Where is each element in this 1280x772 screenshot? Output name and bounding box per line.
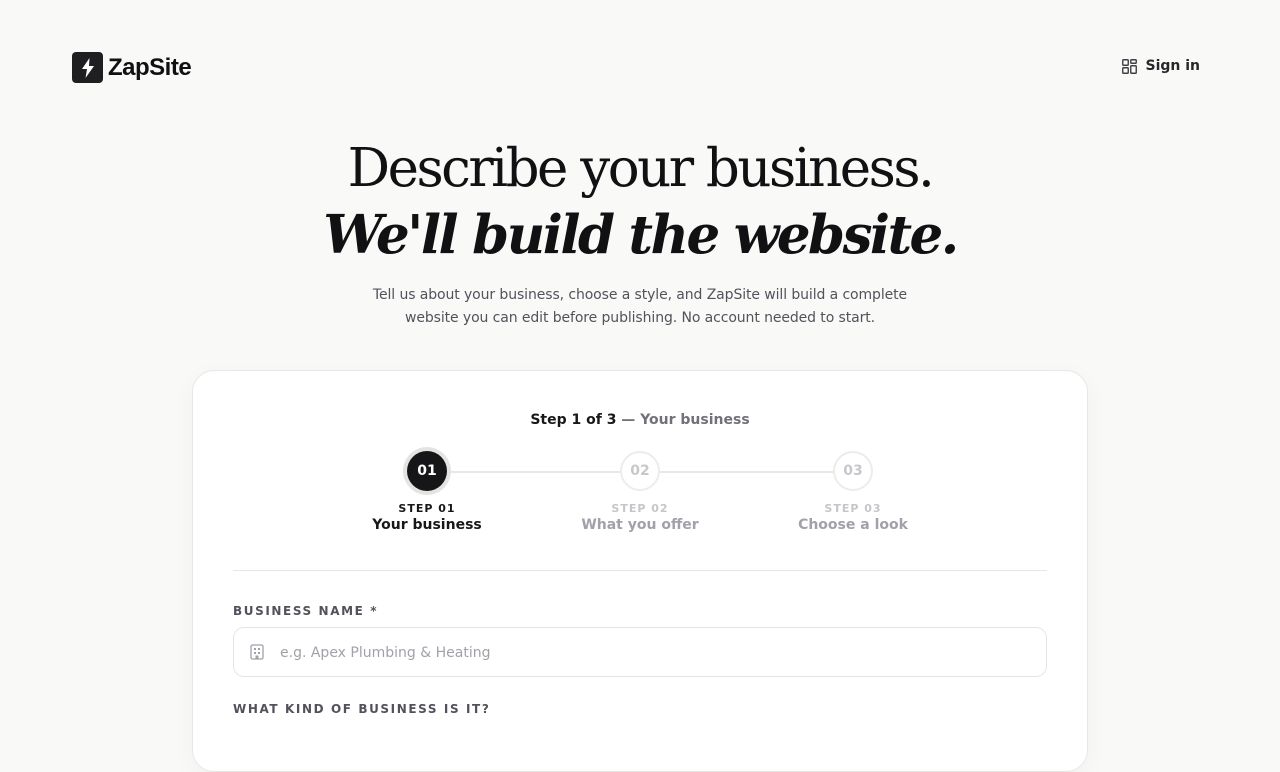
step-2[interactable]: 02 STEP 02 What you offer [560,451,720,533]
brand-name: ZapSite [108,53,192,81]
sign-in-button[interactable]: Sign in [1122,58,1200,74]
step-2-number-label: STEP 02 [611,502,669,515]
card-divider [233,570,1047,571]
brand-logo[interactable]: ZapSite [72,52,192,83]
step-caption: Step 1 of 3 — Your business [193,412,1087,428]
step-1-label: Your business [372,517,482,533]
step-caption-current: Your business [640,412,750,428]
hero: Describe your business. We'll build the … [0,136,1280,330]
hero-title-line2: We'll build the website. [323,204,959,266]
stepper: 01 STEP 01 Your business 02 STEP 02 What… [193,451,1087,551]
building-icon [250,644,264,660]
hero-subtitle: Tell us about your business, choose a st… [372,287,908,326]
step-2-circle: 02 [620,451,660,491]
business-name-input[interactable] [278,628,1032,678]
step-3-number-label: STEP 03 [824,502,882,515]
business-kind-label: WHAT KIND OF BUSINESS IS IT? [233,702,491,716]
business-name-label: BUSINESS NAME * [233,604,379,618]
step-1[interactable]: 01 STEP 01 Your business [347,451,507,533]
wizard-card: Step 1 of 3 — Your business 01 STEP 01 Y… [192,370,1088,772]
grid-icon [1122,58,1138,74]
step-caption-main: Step 1 of 3 [530,412,617,428]
hero-title-line1: Describe your business. [347,138,935,199]
step-1-number-label: STEP 01 [398,502,456,515]
step-3-circle: 03 [833,451,873,491]
step-caption-separator: — [616,412,641,428]
business-name-field[interactable] [233,627,1047,678]
step-3[interactable]: 03 STEP 03 Choose a look [773,451,933,533]
step-2-label: What you offer [581,517,699,533]
step-1-circle: 01 [407,451,447,491]
lightning-bolt-icon [72,52,103,83]
step-3-label: Choose a look [798,517,908,533]
sign-in-label: Sign in [1145,58,1200,74]
top-header: ZapSite Sign in [0,0,1280,136]
